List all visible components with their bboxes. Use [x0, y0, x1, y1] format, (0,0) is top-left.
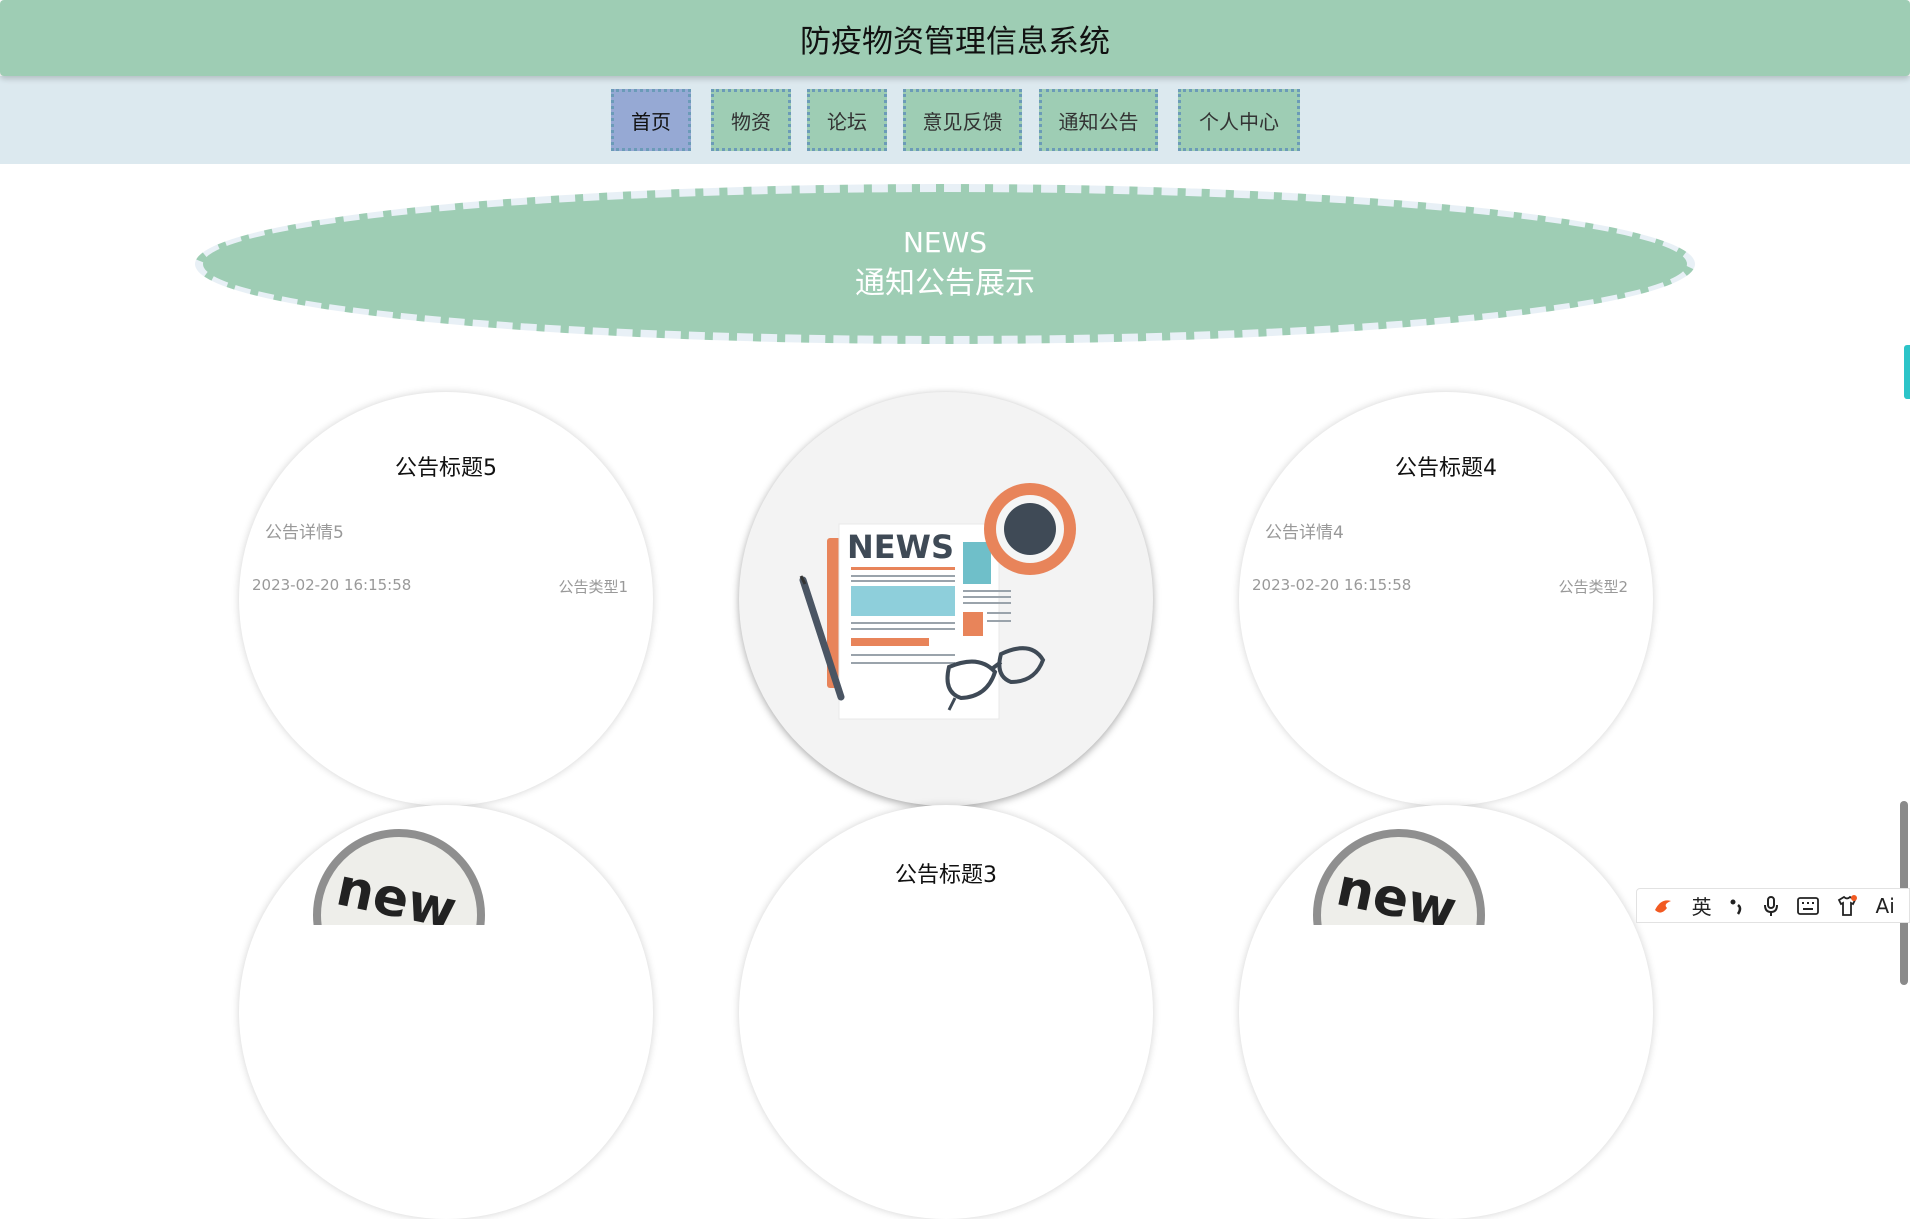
- nav-item-forum[interactable]: 论坛: [807, 89, 887, 151]
- notice-date: 2023-02-20 16:15:58: [1252, 576, 1412, 594]
- notice-title: 公告标题4: [1395, 456, 1497, 481]
- news-banner: NEWS 通知公告展示: [195, 184, 1695, 344]
- notice-type: 公告类型1: [558, 578, 628, 596]
- notice-card[interactable]: 公告标题3: [739, 805, 1153, 1219]
- skin-shirt-icon[interactable]: [1835, 894, 1859, 917]
- ime-ai-button[interactable]: Ai: [1876, 894, 1895, 918]
- nav-item-supplies[interactable]: 物资: [711, 89, 791, 151]
- notice-card[interactable]: 公告标题4 公告详情4 2023-02-20 16:15:58 公告类型2: [1239, 392, 1653, 806]
- nav-item-home[interactable]: 首页: [611, 89, 691, 151]
- notice-title: 公告标题3: [895, 863, 997, 888]
- notice-date: 2023-02-20 16:15:58: [252, 576, 412, 594]
- main-nav: 首页 物资 论坛 意见反馈 通知公告 个人中心: [0, 76, 1910, 164]
- news-thumbnail[interactable]: new: [239, 805, 653, 1219]
- app-title: 防疫物资管理信息系统: [0, 0, 1910, 76]
- sogou-logo-icon[interactable]: [1651, 896, 1675, 916]
- page-scrollbar[interactable]: [1896, 164, 1910, 985]
- nav-item-notices[interactable]: 通知公告: [1039, 89, 1158, 151]
- notice-detail: 公告详情4: [1265, 523, 1344, 543]
- magnifier-news-icon: new: [313, 829, 485, 1001]
- notice-type: 公告类型2: [1558, 578, 1628, 596]
- nav-item-feedback[interactable]: 意见反馈: [903, 89, 1022, 151]
- notice-title: 公告标题5: [395, 456, 497, 481]
- ime-language-toggle[interactable]: 英: [1692, 891, 1712, 920]
- microphone-icon[interactable]: [1762, 895, 1780, 917]
- punctuation-icon[interactable]: [1728, 896, 1746, 916]
- news-illustration[interactable]: NEWS: [739, 392, 1153, 806]
- newspaper-headline: NEWS: [847, 528, 954, 566]
- news-thumbnail[interactable]: new: [1239, 805, 1653, 1219]
- banner-cn-title: 通知公告展示: [855, 266, 1035, 301]
- newspaper-coffee-icon: NEWS: [799, 483, 1076, 720]
- notice-detail: 公告详情5: [265, 523, 344, 543]
- ime-toolbar: 英 Ai: [1636, 888, 1910, 923]
- banner-en-title: NEWS: [902, 226, 988, 259]
- magnifier-news-icon: new: [1313, 829, 1485, 1001]
- side-tab[interactable]: [1904, 345, 1910, 399]
- notice-card[interactable]: 公告标题5 公告详情5 2023-02-20 16:15:58 公告类型1: [239, 392, 653, 806]
- nav-item-profile[interactable]: 个人中心: [1178, 89, 1300, 151]
- keyboard-icon[interactable]: [1796, 896, 1819, 915]
